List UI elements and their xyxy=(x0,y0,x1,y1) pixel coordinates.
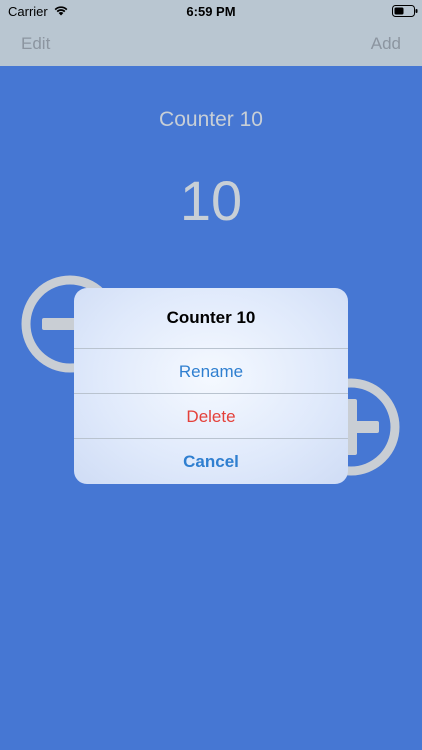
cancel-button[interactable]: Cancel xyxy=(74,439,348,484)
rename-button[interactable]: Rename xyxy=(74,349,348,394)
alert-title: Counter 10 xyxy=(166,308,256,327)
delete-button[interactable]: Delete xyxy=(74,394,348,439)
action-alert: Counter 10 Rename Delete Cancel xyxy=(74,288,348,484)
